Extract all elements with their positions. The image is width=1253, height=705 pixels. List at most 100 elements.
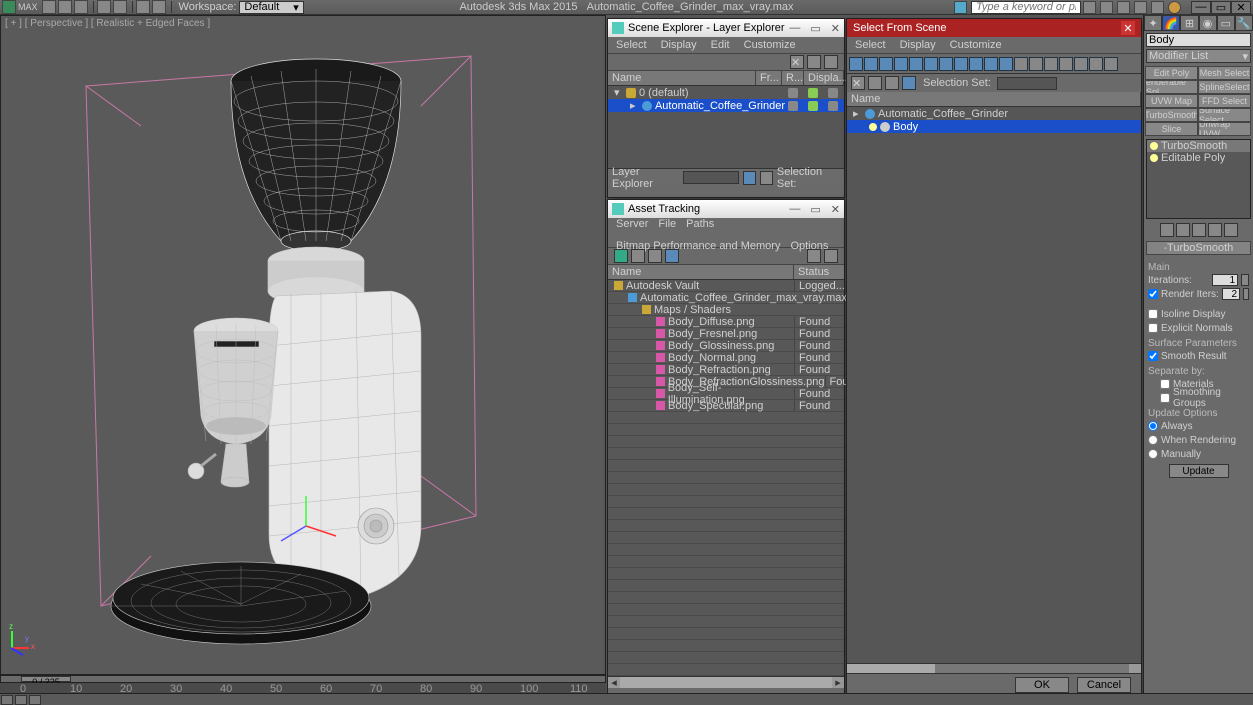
- filter-xref-icon[interactable]: [954, 57, 968, 71]
- scroll-right-icon[interactable]: [1129, 664, 1141, 673]
- display-icon[interactable]: [828, 88, 838, 98]
- close-icon[interactable]: ✕: [1121, 21, 1135, 35]
- menu-customize[interactable]: Customize: [744, 39, 796, 51]
- asset-row[interactable]: Body_Specular.pngFound: [608, 400, 844, 412]
- viewport-label[interactable]: [ + ] [ Perspective ] [ Realistic + Edge…: [5, 18, 210, 29]
- tool3-icon[interactable]: [1117, 1, 1130, 14]
- at-icon6[interactable]: [824, 249, 838, 263]
- scroll-left-icon[interactable]: ◂: [608, 677, 620, 688]
- expand-toggle[interactable]: ▾: [614, 86, 623, 99]
- info-icon[interactable]: [954, 1, 967, 14]
- expand-toggle[interactable]: ▸: [630, 99, 639, 112]
- redo-icon[interactable]: [113, 0, 127, 14]
- scroll-right-icon[interactable]: ▸: [832, 677, 844, 688]
- filter-icon[interactable]: [807, 55, 821, 69]
- foot-icon2[interactable]: [760, 171, 773, 185]
- col-name[interactable]: Name: [847, 92, 1141, 106]
- update-manually-radio[interactable]: [1148, 449, 1158, 459]
- modify-tab-icon[interactable]: 🌈: [1162, 15, 1180, 31]
- scroll-thumb[interactable]: [620, 677, 832, 688]
- view-icon4[interactable]: [1104, 57, 1118, 71]
- lock-icon[interactable]: [824, 55, 838, 69]
- asset-row[interactable]: Body_Normal.pngFound: [608, 352, 844, 364]
- filter-frozen-icon[interactable]: [999, 57, 1013, 71]
- filter-bone-icon[interactable]: [969, 57, 983, 71]
- pin-stack-icon[interactable]: [1160, 223, 1174, 237]
- filter-light-icon[interactable]: [879, 57, 893, 71]
- col-frozen[interactable]: Fr...: [756, 71, 782, 85]
- filter-cam-icon[interactable]: [894, 57, 908, 71]
- modifier-button[interactable]: enderable Spl: [1145, 80, 1198, 94]
- maximize-icon[interactable]: ▭: [810, 22, 820, 35]
- undo-icon[interactable]: [97, 0, 111, 14]
- col-name[interactable]: Name: [608, 265, 794, 279]
- filter-inv-icon[interactable]: [1044, 57, 1058, 71]
- filter-group-icon[interactable]: [939, 57, 953, 71]
- star-icon[interactable]: [1151, 1, 1164, 14]
- open-icon[interactable]: [58, 0, 72, 14]
- menu-display[interactable]: Display: [900, 39, 936, 51]
- new-icon[interactable]: [42, 0, 56, 14]
- time-slider-handle[interactable]: 0 / 225: [21, 676, 71, 682]
- hierarchy-tab-icon[interactable]: ⊞: [1180, 15, 1198, 31]
- menu-edit[interactable]: Edit: [711, 39, 730, 51]
- expand-toggle[interactable]: ▸: [853, 107, 862, 120]
- object-name-input[interactable]: Body: [1146, 33, 1251, 47]
- modifier-button[interactable]: SplineSelect: [1198, 80, 1251, 94]
- menu-paths[interactable]: Paths: [686, 218, 714, 230]
- at-icon5[interactable]: [807, 249, 821, 263]
- col-status[interactable]: Status: [794, 265, 844, 279]
- asset-row[interactable]: Body_Diffuse.pngFound: [608, 316, 844, 328]
- modifier-button[interactable]: FFD Select: [1198, 94, 1251, 108]
- minimize-icon[interactable]: —: [789, 203, 800, 216]
- tree-row[interactable]: Body: [847, 120, 1141, 133]
- bulb-icon[interactable]: [1150, 142, 1158, 150]
- find-clear-icon[interactable]: ✕: [851, 76, 865, 90]
- script-icon[interactable]: [1, 695, 13, 705]
- stack-row[interactable]: Editable Poly: [1147, 152, 1250, 164]
- rollout-header[interactable]: - TurboSmooth: [1146, 241, 1251, 255]
- filter-geom-icon[interactable]: [849, 57, 863, 71]
- tool4-icon[interactable]: [1134, 1, 1147, 14]
- view-icon3[interactable]: [1089, 57, 1103, 71]
- spinner-buttons[interactable]: [1241, 274, 1249, 286]
- configure-icon[interactable]: [1224, 223, 1238, 237]
- filter-none-icon[interactable]: [1029, 57, 1043, 71]
- iterations-spinner[interactable]: 1: [1212, 274, 1238, 286]
- perspective-viewport[interactable]: x z y [ + ] [ Perspective ] [ Realistic …: [0, 15, 606, 675]
- at-icon3[interactable]: [648, 249, 662, 263]
- menu-server[interactable]: Server: [616, 218, 648, 230]
- close-icon[interactable]: ✕: [831, 203, 840, 216]
- motion-tab-icon[interactable]: ◉: [1199, 15, 1217, 31]
- col-display[interactable]: Displa...: [804, 71, 844, 85]
- asset-row[interactable]: Automatic_Coffee_Grinder_max_vray.maxOk: [608, 292, 844, 304]
- tree-row[interactable]: ▾ 0 (default): [608, 86, 844, 99]
- help-icon[interactable]: [1168, 1, 1181, 14]
- minimize-icon[interactable]: —: [789, 22, 800, 35]
- utilities-tab-icon[interactable]: 🔧: [1235, 15, 1253, 31]
- maximize-button[interactable]: ▭: [1211, 1, 1231, 14]
- smooth-result-checkbox[interactable]: [1148, 351, 1158, 361]
- col-render[interactable]: R...: [782, 71, 804, 85]
- menu-customize[interactable]: Customize: [950, 39, 1002, 51]
- listener-icon[interactable]: [15, 695, 27, 705]
- time-slider[interactable]: 0 / 225: [0, 675, 606, 683]
- menu-file[interactable]: File: [658, 218, 676, 230]
- filter-all-icon[interactable]: [1014, 57, 1028, 71]
- asset-row[interactable]: Maps / Shaders: [608, 304, 844, 316]
- modifier-button[interactable]: TurboSmooth: [1145, 108, 1198, 122]
- menu-select[interactable]: Select: [616, 39, 647, 51]
- time-ruler[interactable]: 0102030405060708090100110: [0, 683, 606, 693]
- sync-icon[interactable]: [885, 76, 899, 90]
- menu-select[interactable]: Select: [855, 39, 886, 51]
- update-button[interactable]: Update: [1169, 464, 1229, 478]
- render-iters-checkbox[interactable]: [1148, 289, 1158, 299]
- refresh-icon[interactable]: [614, 249, 628, 263]
- maximize-icon[interactable]: ▭: [810, 203, 820, 216]
- minimize-button[interactable]: —: [1191, 1, 1211, 14]
- link-icon[interactable]: [136, 0, 150, 14]
- explicit-checkbox[interactable]: [1148, 323, 1158, 333]
- stack-row[interactable]: TurboSmooth: [1147, 140, 1250, 152]
- asset-hscrollbar[interactable]: ◂ ▸: [608, 676, 844, 688]
- view-icon[interactable]: [902, 76, 916, 90]
